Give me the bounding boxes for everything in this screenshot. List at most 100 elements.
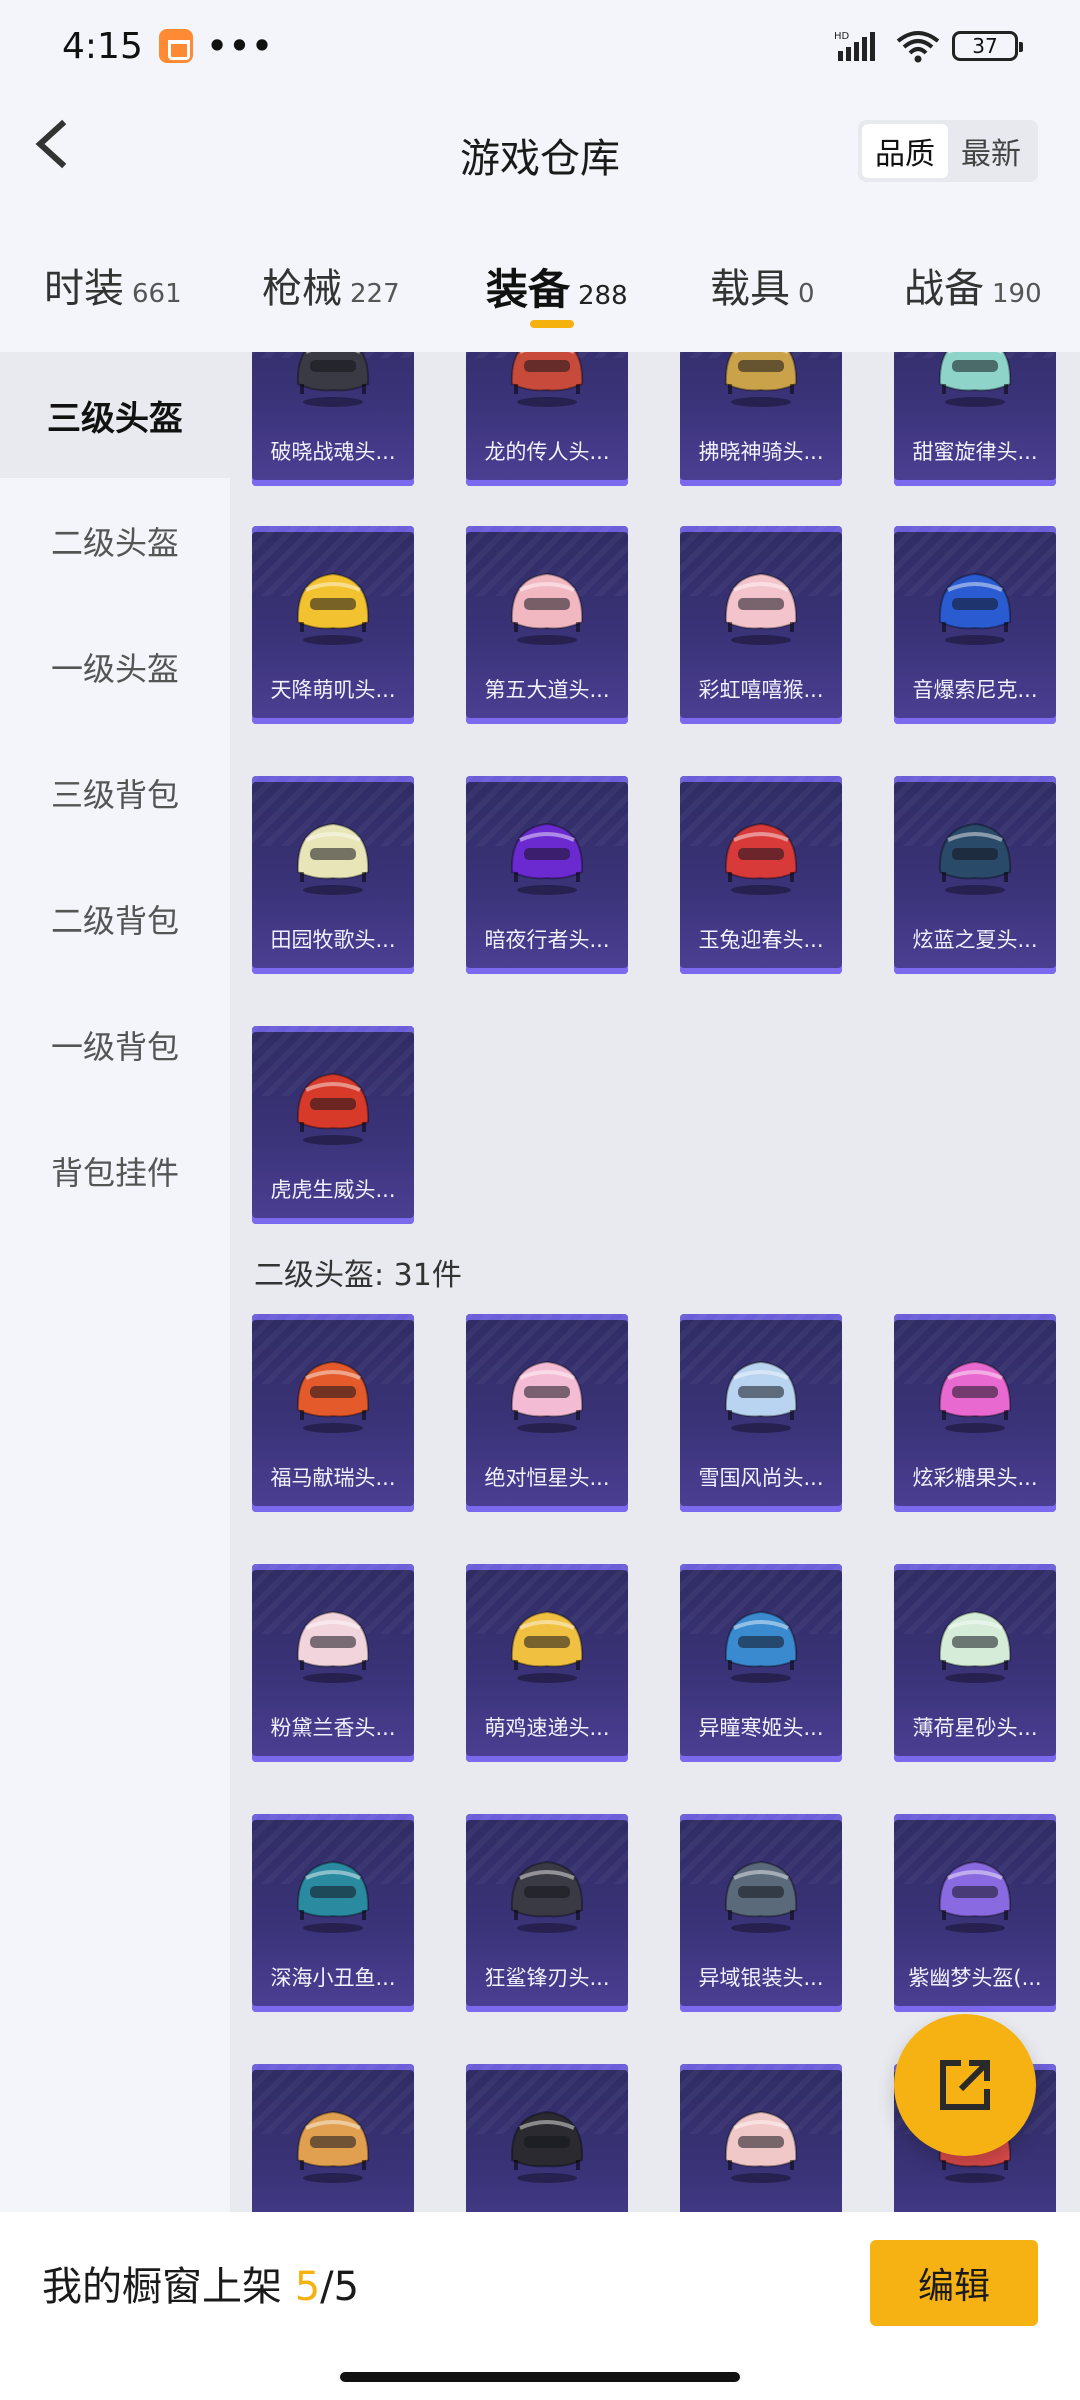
home-indicator[interactable] — [340, 2372, 740, 2382]
item-card[interactable]: 拂晓神骑头... — [680, 352, 842, 486]
item-card-label: 薄荷星砂头... — [912, 1716, 1038, 1740]
sidebar-item-level1-backpack[interactable]: 一级背包 — [0, 982, 230, 1108]
helmet-icon — [510, 2110, 584, 2183]
item-card[interactable]: 萌鸡速递头... — [466, 1564, 628, 1762]
item-card[interactable]: 第五大道头... — [466, 526, 628, 724]
item-card[interactable]: 粉黛兰香头... — [252, 1564, 414, 1762]
item-card-label: 龙的传人头... — [484, 440, 610, 464]
helmet-icon — [724, 2110, 798, 2183]
item-card-label: 炫蓝之夏头... — [912, 928, 1038, 952]
item-card[interactable]: 雪国风尚头... — [680, 1314, 842, 1512]
helmet-icon — [724, 1360, 798, 1433]
item-card-label: 天降萌叽头... — [270, 678, 396, 702]
tab-label: 枪械 — [262, 266, 342, 312]
item-card[interactable]: 彩虹嘻嘻猴... — [680, 526, 842, 724]
card-accent-bar — [894, 480, 1056, 486]
share-icon — [940, 2060, 990, 2110]
share-button[interactable] — [894, 2014, 1036, 2156]
sidebar-item-level1-helmet[interactable]: 一级头盔 — [0, 604, 230, 730]
item-card[interactable]: 异域银装头... — [680, 1814, 842, 2012]
item-card[interactable]: 音爆索尼克... — [894, 526, 1056, 724]
item-card-label: 深海小丑鱼... — [270, 1966, 396, 1990]
sidebar-item-level3-helmet[interactable]: 三级头盔 — [0, 352, 230, 478]
tab-label: 载具 — [710, 266, 790, 312]
helmet-icon — [724, 1860, 798, 1933]
item-card[interactable] — [680, 2064, 842, 2212]
helmet-icon — [296, 1860, 370, 1933]
card-accent-bar — [680, 718, 842, 724]
item-card[interactable] — [252, 2064, 414, 2212]
edit-button[interactable]: 编辑 — [870, 2240, 1038, 2326]
sidebar-item-level3-backpack[interactable]: 三级背包 — [0, 730, 230, 856]
card-accent-bar — [252, 1218, 414, 1224]
tab-supplies[interactable]: 战备 190 — [904, 256, 1042, 314]
item-card[interactable]: 虎虎生威头... — [252, 1026, 414, 1224]
tab-equipment[interactable]: 装备 288 — [486, 256, 628, 317]
helmet-icon — [296, 2110, 370, 2183]
card-accent-bar — [680, 968, 842, 974]
tab-weapons[interactable]: 枪械 227 — [262, 256, 400, 314]
tab-label: 战备 — [904, 266, 984, 312]
item-card-label: 破晓战魂头... — [270, 440, 396, 464]
item-grid: 二级头盔: 31件 破晓战魂头... 龙的传人头... 拂晓神骑头... 甜蜜旋律头.… — [230, 352, 1080, 2212]
tab-vehicles[interactable]: 载具 0 — [710, 256, 815, 314]
showcase-current-count: 5 — [294, 2264, 321, 2310]
item-card[interactable]: 炫彩糖果头... — [894, 1314, 1056, 1512]
item-card[interactable]: 深海小丑鱼... — [252, 1814, 414, 2012]
tab-fashion[interactable]: 时装 661 — [44, 256, 182, 314]
item-card[interactable]: 甜蜜旋律头... — [894, 352, 1056, 486]
helmet-icon — [510, 822, 584, 895]
sidebar-item-level2-helmet[interactable]: 二级头盔 — [0, 478, 230, 604]
item-card[interactable]: 暗夜行者头... — [466, 776, 628, 974]
showcase-status: 我的橱窗上架 5/5 — [42, 2254, 359, 2312]
helmet-icon — [724, 822, 798, 895]
sort-newest-button[interactable]: 最新 — [948, 124, 1034, 178]
item-card[interactable]: 龙的传人头... — [466, 352, 628, 486]
item-card[interactable]: 玉兔迎春头... — [680, 776, 842, 974]
active-tab-indicator — [530, 320, 574, 328]
item-card[interactable]: 天降萌叽头... — [252, 526, 414, 724]
card-accent-bar — [252, 2006, 414, 2012]
header: 游戏仓库 品质 最新 — [0, 92, 1080, 212]
card-accent-bar — [680, 480, 842, 486]
item-card-label: 绝对恒星头... — [484, 1466, 610, 1490]
item-card-label: 虎虎生威头... — [270, 1178, 396, 1202]
sort-quality-button[interactable]: 品质 — [862, 124, 948, 178]
item-card[interactable] — [466, 2064, 628, 2212]
helmet-icon — [296, 1610, 370, 1683]
tab-count: 190 — [992, 279, 1042, 309]
item-card-label: 异域银装头... — [698, 1966, 824, 1990]
item-card[interactable]: 异瞳寒姬头... — [680, 1564, 842, 1762]
item-card[interactable]: 绝对恒星头... — [466, 1314, 628, 1512]
item-card[interactable]: 薄荷星砂头... — [894, 1564, 1056, 1762]
helmet-icon — [724, 572, 798, 645]
card-accent-bar — [894, 2006, 1056, 2012]
card-accent-bar — [894, 968, 1056, 974]
helmet-icon — [296, 1360, 370, 1433]
shopping-bag-icon — [158, 29, 193, 63]
card-accent-bar — [252, 1506, 414, 1512]
card-accent-bar — [466, 968, 628, 974]
item-card[interactable]: 破晓战魂头... — [252, 352, 414, 486]
item-card[interactable]: 紫幽梦头盔(... — [894, 1814, 1056, 2012]
item-card[interactable]: 福马献瑞头... — [252, 1314, 414, 1512]
helmet-icon — [510, 1610, 584, 1683]
helmet-icon — [510, 352, 584, 407]
helmet-icon — [296, 822, 370, 895]
sidebar-item-backpack-charm[interactable]: 背包挂件 — [0, 1108, 230, 1234]
card-accent-bar — [894, 718, 1056, 724]
item-card-label: 狂鲨锋刃头... — [484, 1966, 610, 1990]
item-card-label: 音爆索尼克... — [912, 678, 1038, 702]
item-card-label: 炫彩糖果头... — [912, 1466, 1038, 1490]
helmet-icon — [296, 1072, 370, 1145]
sidebar: 三级头盔 二级头盔 一级头盔 三级背包 二级背包 一级背包 背包挂件 — [0, 352, 230, 2212]
sidebar-item-level2-backpack[interactable]: 二级背包 — [0, 856, 230, 982]
item-card[interactable]: 田园牧歌头... — [252, 776, 414, 974]
item-card[interactable]: 炫蓝之夏头... — [894, 776, 1056, 974]
item-card[interactable]: 狂鲨锋刃头... — [466, 1814, 628, 2012]
card-accent-bar — [894, 1756, 1056, 1762]
status-bar: 4:15 ••• HD 37 — [0, 0, 1080, 92]
signal-icon: HD — [834, 29, 884, 63]
helmet-icon — [938, 1860, 1012, 1933]
more-notifications-icon: ••• — [206, 27, 275, 65]
